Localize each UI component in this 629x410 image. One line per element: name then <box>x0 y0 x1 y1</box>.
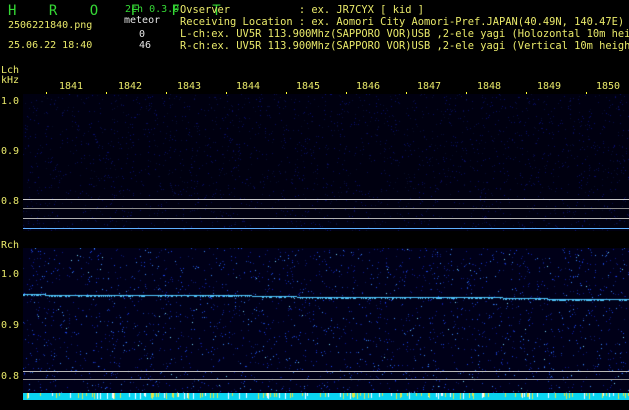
time-tick: 1849 <box>537 81 562 92</box>
time-tick: 1842 <box>118 81 143 92</box>
time-tick: 1848 <box>477 81 502 92</box>
time-tick: 1847 <box>417 81 442 92</box>
rch-channel-label: Rch <box>1 240 20 251</box>
lch-unit-label: kHz <box>1 75 20 86</box>
rch-waterfall <box>23 248 629 400</box>
meteor-label: meteor <box>124 15 161 26</box>
time-tick: 1846 <box>356 81 381 92</box>
time-tick: 1843 <box>177 81 202 92</box>
lch-ytick: 0.8 <box>1 196 20 207</box>
datetime-label: 25.06.22 18:40 <box>8 40 93 51</box>
observer-line: Ovserver : ex. JR7CYX [ kid ] <box>180 4 424 16</box>
rch-meteor-count: 46 <box>139 40 152 51</box>
rch-ytick: 0.8 <box>1 371 20 382</box>
location-line: Receiving Location : ex. Aomori City Aom… <box>180 16 625 28</box>
time-tick: 1845 <box>296 81 321 92</box>
lch-description-line: L-ch:ex. UV5R 113.900Mhz(SAPPORO VOR)USB… <box>180 28 629 40</box>
lch-reference-line <box>23 208 629 209</box>
lch-reference-line <box>23 218 629 219</box>
lch-reference-line <box>23 199 629 200</box>
mode-label: 2ch 0.3.0 <box>125 4 180 15</box>
lch-meteor-count: 0 <box>139 29 146 40</box>
lch-ytick: 1.0 <box>1 96 20 107</box>
time-tick: 1841 <box>59 81 84 92</box>
time-tick: 1844 <box>236 81 261 92</box>
rch-ytick: 1.0 <box>1 269 20 280</box>
time-tick: 1850 <box>596 81 621 92</box>
lch-reference-line <box>23 228 629 229</box>
lch-waterfall <box>23 94 629 231</box>
rch-ytick: 0.9 <box>1 320 20 331</box>
filename-label: 2506221840.png <box>8 20 93 31</box>
rch-baseline-strip <box>23 393 629 400</box>
rch-reference-line <box>23 371 629 372</box>
rch-reference-line <box>23 379 629 380</box>
rch-description-line: R-ch:ex. UV5R 113.900Mhz(SAPPORO VOR)USB… <box>180 40 629 52</box>
lch-ytick: 0.9 <box>1 146 20 157</box>
